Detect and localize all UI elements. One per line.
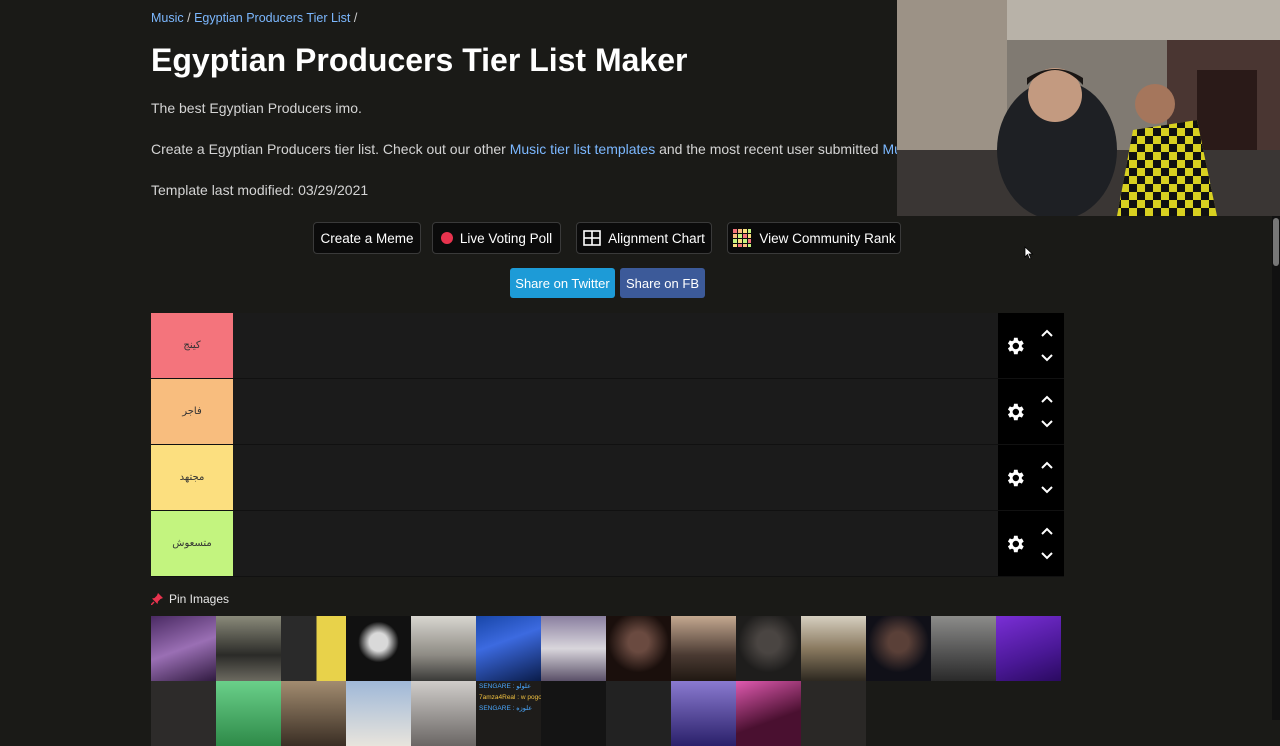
tier-drop-zone[interactable] xyxy=(233,511,998,576)
producer-thumbnail[interactable] xyxy=(216,616,281,681)
chevron-up-icon[interactable] xyxy=(1040,328,1054,338)
share-fb-button[interactable]: Share on FB xyxy=(620,268,705,298)
producer-thumbnail[interactable] xyxy=(346,616,411,681)
producer-thumbnail[interactable] xyxy=(671,681,736,746)
producer-thumbnail[interactable] xyxy=(801,616,866,681)
tier-label[interactable]: مجتهد xyxy=(151,445,233,510)
webcam-overlay xyxy=(897,0,1280,216)
producer-thumbnail[interactable] xyxy=(866,616,931,681)
create-meme-label: Create a Meme xyxy=(320,230,414,246)
producer-thumbnail[interactable] xyxy=(606,616,671,681)
tier-controls xyxy=(998,313,1064,378)
scrollbar[interactable] xyxy=(1272,216,1280,720)
producer-thumbnail[interactable] xyxy=(736,616,801,681)
producer-thumbnail[interactable] xyxy=(281,616,346,681)
alignment-chart-label: Alignment Chart xyxy=(608,230,705,246)
chevron-up-icon[interactable] xyxy=(1040,460,1054,470)
create-meme-button[interactable]: Create a Meme xyxy=(313,222,421,254)
chevron-up-icon[interactable] xyxy=(1040,394,1054,404)
producer-thumbnail[interactable] xyxy=(541,616,606,681)
tier-controls xyxy=(998,379,1064,444)
intro-prefix: Create a Egyptian Producers tier list. C… xyxy=(151,141,510,157)
chevron-down-icon[interactable] xyxy=(1040,353,1054,363)
grid-icon xyxy=(583,230,601,246)
producer-thumbnail[interactable] xyxy=(411,681,476,746)
producer-thumbnail[interactable] xyxy=(736,681,801,746)
community-rank-icon xyxy=(733,229,752,247)
chevron-down-icon[interactable] xyxy=(1040,485,1054,495)
chat-line: 7amza4Real : w pogooooooooo xyxy=(479,694,541,701)
action-buttons: Create a Meme Live Voting Poll Alignment… xyxy=(0,222,1280,256)
live-voting-poll-button[interactable]: Live Voting Poll xyxy=(432,222,561,254)
intro-middle: and the most recent user submitted xyxy=(655,141,883,157)
tier-drop-zone[interactable] xyxy=(233,445,998,510)
gear-icon[interactable] xyxy=(1004,533,1026,555)
share-twitter-button[interactable]: Share on Twitter xyxy=(510,268,615,298)
gear-icon[interactable] xyxy=(1004,467,1026,489)
breadcrumb-separator: / xyxy=(350,11,358,25)
gear-icon[interactable] xyxy=(1004,401,1026,423)
scrollbar-thumb[interactable] xyxy=(1273,218,1279,266)
tier-label[interactable]: كينج xyxy=(151,313,233,378)
tier-drop-zone[interactable] xyxy=(233,379,998,444)
tier-row: متسعوش xyxy=(151,511,1064,577)
tier-row: مجتهد xyxy=(151,445,1064,511)
tier-drop-zone[interactable] xyxy=(233,313,998,378)
producer-thumbnail[interactable] xyxy=(931,616,996,681)
view-community-rank-label: View Community Rank xyxy=(759,230,896,246)
producer-thumbnail[interactable] xyxy=(216,681,281,746)
alignment-chart-button[interactable]: Alignment Chart xyxy=(576,222,712,254)
pin-images-toggle[interactable]: Pin Images xyxy=(151,592,229,606)
chevron-down-icon[interactable] xyxy=(1040,551,1054,561)
breadcrumb-music-link[interactable]: Music xyxy=(151,11,184,25)
music-templates-link[interactable]: Music tier list templates xyxy=(510,141,655,157)
music-recent-link[interactable]: Mus xyxy=(882,141,897,157)
tier-row: فاجر xyxy=(151,379,1064,445)
page-description: The best Egyptian Producers imo. xyxy=(151,100,362,116)
chat-line: SENGARE : علوزه xyxy=(479,705,533,712)
chevron-up-icon[interactable] xyxy=(1040,526,1054,536)
tier-controls xyxy=(998,511,1064,576)
webcam-feed-image xyxy=(897,0,1280,216)
producer-thumbnail[interactable] xyxy=(151,616,216,681)
producer-thumbnail[interactable] xyxy=(996,616,1061,681)
pin-images-label: Pin Images xyxy=(169,592,230,606)
producer-thumbnail[interactable] xyxy=(541,681,606,746)
producer-thumbnail[interactable] xyxy=(411,616,476,681)
chevron-down-icon[interactable] xyxy=(1040,419,1054,429)
tier-list: كينج فاجر مجتهد متسعوش xyxy=(151,313,1064,577)
producer-thumbnail[interactable] xyxy=(151,681,216,746)
producer-thumbnail[interactable] xyxy=(801,681,866,746)
live-voting-poll-label: Live Voting Poll xyxy=(459,230,553,246)
record-dot-icon xyxy=(440,232,453,244)
pin-icon xyxy=(151,593,163,605)
chat-line: SENGARE : علولو xyxy=(479,683,531,690)
intro-text: Create a Egyptian Producers tier list. C… xyxy=(151,141,897,157)
producer-thumbnail[interactable] xyxy=(671,616,736,681)
tier-label[interactable]: فاجر xyxy=(151,379,233,444)
page-title: Egyptian Producers Tier List Maker xyxy=(151,42,688,78)
breadcrumb: Music / Egyptian Producers Tier List / xyxy=(151,11,357,25)
tier-controls xyxy=(998,445,1064,510)
producer-thumbnail[interactable] xyxy=(281,681,346,746)
tier-row: كينج xyxy=(151,313,1064,379)
producer-thumbnail[interactable] xyxy=(606,681,671,746)
tier-label[interactable]: متسعوش xyxy=(151,511,233,576)
view-community-rank-button[interactable]: View Community Rank xyxy=(727,222,901,254)
gear-icon[interactable] xyxy=(1004,335,1026,357)
producer-thumbnail[interactable] xyxy=(346,681,411,746)
producer-thumbnail[interactable] xyxy=(476,616,541,681)
breadcrumb-separator: / xyxy=(183,11,195,25)
template-modified: Template last modified: 03/29/2021 xyxy=(151,182,369,198)
breadcrumb-tierlist-link[interactable]: Egyptian Producers Tier List xyxy=(194,11,350,25)
mouse-cursor-icon xyxy=(1024,246,1034,260)
chat-overlay: SENGARE : علولو 7amza4Real : w pogoooooo… xyxy=(476,681,541,746)
